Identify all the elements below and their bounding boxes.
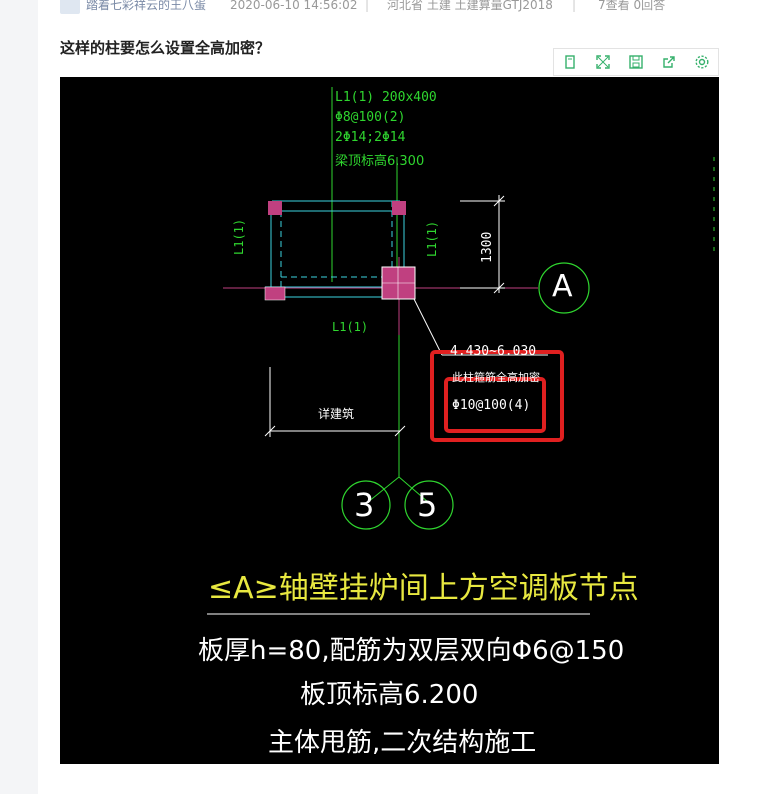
location-tags: 河北省 土建 土建算量GTJ2018 [387, 0, 553, 12]
avatar[interactable] [60, 0, 80, 14]
fullscreen-icon[interactable] [587, 49, 620, 75]
beam-rebar-label: 2Φ14;2Φ14 [335, 130, 406, 145]
post-datetime: 2020-06-10 14:56:02 [230, 0, 358, 12]
view-answer-stats: 7查看 0回答 [598, 0, 666, 12]
slab-note-line-1: 板厚h=80,配筋为双层双向Φ6@150 [198, 636, 625, 666]
beam-label-right: L1(1) [425, 220, 439, 257]
settings-icon[interactable] [685, 49, 718, 75]
column-stirrup-note: 此柱箍筋全高加密 [452, 371, 540, 384]
beam-label-bottom: L1(1) [332, 320, 369, 334]
detail-title: ≤A≥轴壁挂炉间上方空调板节点 [208, 571, 639, 606]
column-stirrup-spec: Φ10@100(4) [452, 398, 531, 413]
dimension-1300: 1300 [480, 231, 495, 263]
slab-note-line-3: 主体甩筋,二次结构施工 [268, 728, 537, 758]
copy-icon[interactable] [554, 49, 587, 75]
question-title: 这样的柱要怎么设置全高加密？ [60, 39, 271, 57]
beam-label-left: L1(1) [232, 218, 246, 255]
image-toolbar [553, 48, 719, 76]
beam-label-top: L1(1) 200x400 [335, 90, 437, 105]
share-icon[interactable] [652, 49, 685, 75]
cad-drawing-image[interactable]: L1(1) 200x400 Φ8@100(2) 2Φ14;2Φ14 梁顶标高6.… [60, 77, 719, 764]
author-name[interactable]: 踏着七彩祥云的王八蛋 [86, 0, 206, 11]
axis-label-5: 5 [417, 486, 438, 524]
left-gutter [0, 0, 38, 794]
detail-dimension-label: 详建筑 [318, 407, 355, 421]
save-icon[interactable] [620, 49, 653, 75]
beam-elevation-label: 梁顶标高6.300 [335, 154, 425, 169]
separator: | [365, 0, 370, 12]
slab-note-line-2: 板顶标高6.200 [300, 680, 479, 710]
column-elevation-range: 4.430~6.030 [450, 344, 537, 359]
separator: | [572, 0, 577, 12]
axis-label-3: 3 [354, 486, 375, 524]
axis-label-a: A [552, 269, 573, 304]
beam-stirrup-label: Φ8@100(2) [335, 110, 406, 125]
